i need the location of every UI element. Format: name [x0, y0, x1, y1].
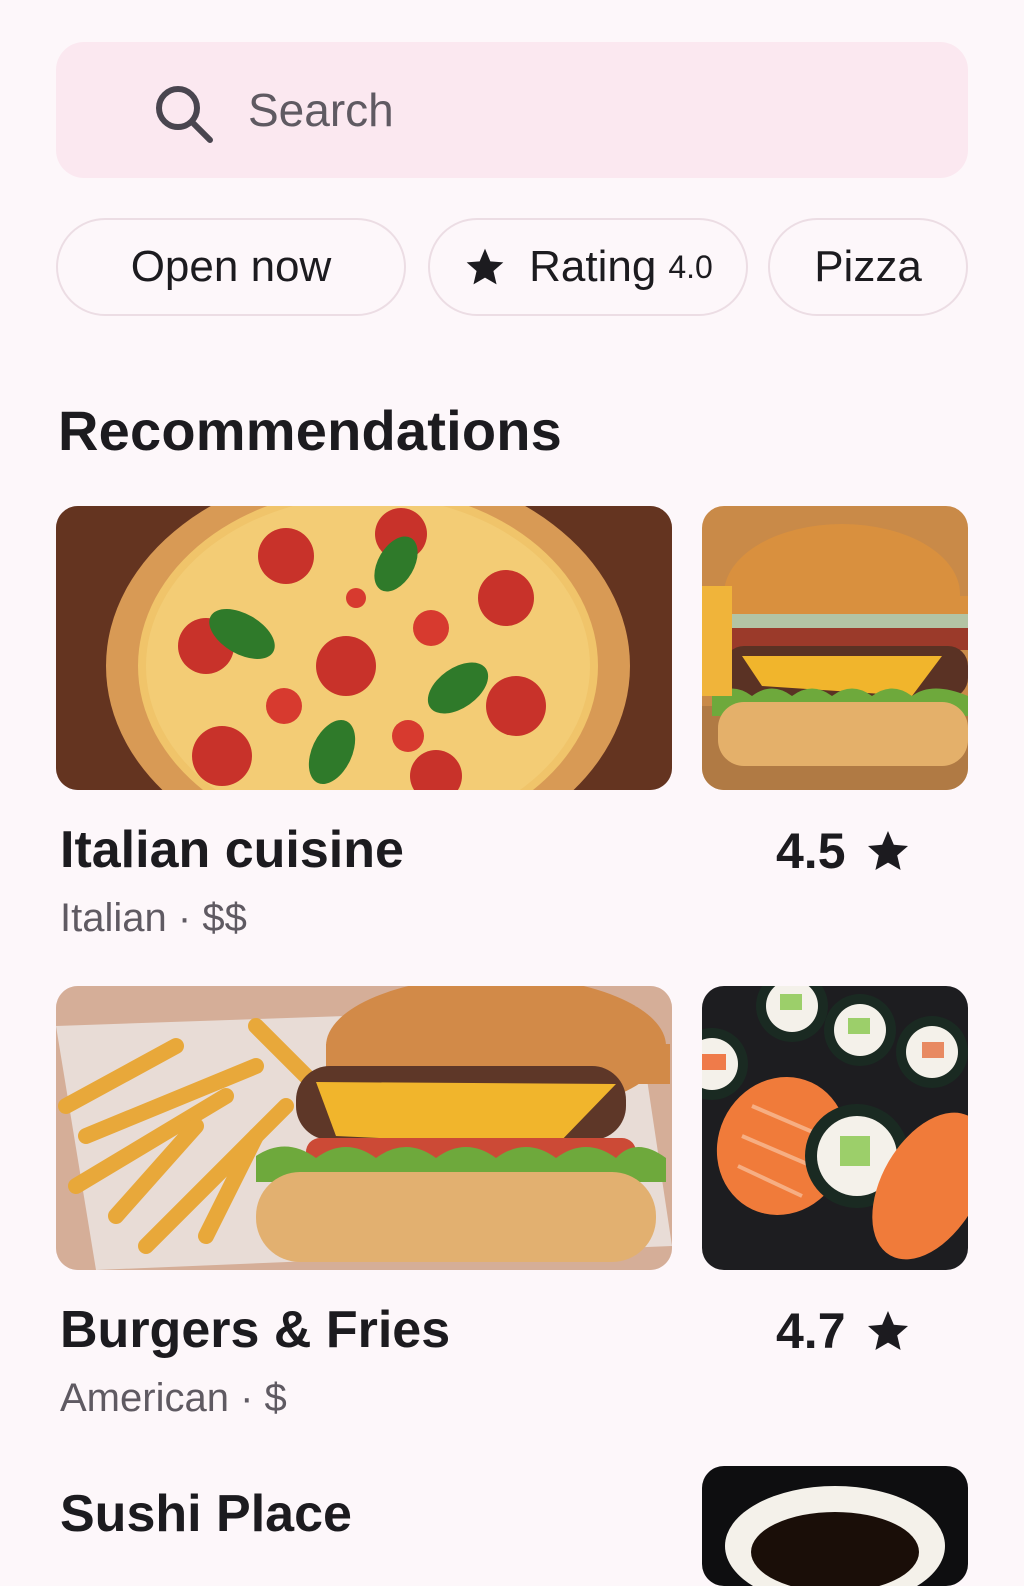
restaurant-cuisine: American — [60, 1376, 229, 1420]
restaurant-meta: Italian · $$ — [60, 896, 247, 941]
restaurant-name[interactable]: Burgers & Fries — [60, 1300, 450, 1360]
rating-value: 4.7 — [776, 1303, 846, 1359]
star-icon — [867, 831, 908, 870]
meta-separator: · — [177, 896, 192, 940]
restaurant-image-italian-secondary[interactable] — [702, 506, 968, 790]
rating-value: 4.5 — [776, 823, 846, 879]
restaurant-cuisine: Italian — [60, 896, 167, 940]
chip-rating[interactable]: Rating 4.0 — [428, 218, 748, 316]
pizza-photo — [56, 506, 672, 790]
restaurant-price: $$ — [202, 896, 247, 940]
search-icon — [156, 86, 213, 143]
chip-open-now-label: Open now — [130, 242, 332, 291]
filter-chips: Open now Rating 4.0 Pizza — [56, 218, 968, 318]
restaurant-rating: 4.7 — [776, 1302, 912, 1360]
section-title: Recommendations — [58, 399, 562, 462]
restaurant-image-sushi[interactable] — [702, 1466, 968, 1586]
star-icon — [867, 1311, 908, 1350]
sushi-photo — [702, 986, 968, 1270]
chip-rating-value: 4.0 — [668, 248, 713, 285]
chip-open-now[interactable]: Open now — [56, 218, 406, 316]
restaurant-price: $ — [264, 1376, 287, 1420]
burger-photo — [702, 506, 968, 790]
chip-pizza-label: Pizza — [814, 242, 922, 291]
soy-sauce-photo — [702, 1466, 968, 1586]
restaurant-name[interactable]: Sushi Place — [60, 1484, 352, 1544]
burger-fries-photo — [56, 986, 672, 1270]
restaurant-rating: 4.5 — [776, 822, 912, 880]
restaurant-name[interactable]: Italian cuisine — [60, 820, 404, 880]
meta-separator: · — [240, 1376, 254, 1420]
star-icon — [466, 248, 504, 285]
chip-pizza[interactable]: Pizza — [768, 218, 968, 316]
search-input[interactable]: Search — [248, 83, 394, 137]
restaurant-image-burgers[interactable] — [56, 986, 672, 1270]
restaurant-image-italian[interactable] — [56, 506, 672, 790]
chip-rating-label: Rating — [529, 242, 657, 291]
restaurant-image-burgers-secondary[interactable] — [702, 986, 968, 1270]
search-bar[interactable]: Search — [56, 42, 968, 178]
restaurant-meta: American · $ — [60, 1376, 287, 1421]
